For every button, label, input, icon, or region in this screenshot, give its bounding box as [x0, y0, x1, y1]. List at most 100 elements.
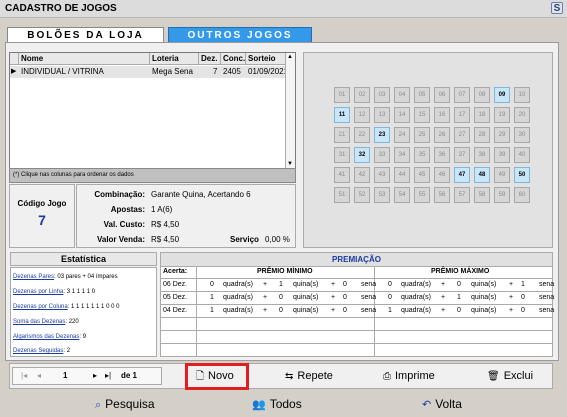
number-cell-18[interactable]: 18 — [474, 107, 490, 123]
imprime-button[interactable]: ⎙ Imprime — [383, 367, 435, 385]
premio-min-cell: 1 — [279, 281, 283, 288]
number-cell-51[interactable]: 51 — [334, 187, 350, 203]
stat-link-pares[interactable]: Dezenas Pares — [13, 274, 54, 280]
number-cell-47[interactable]: 47 — [454, 167, 470, 183]
number-cell-53[interactable]: 53 — [374, 187, 390, 203]
close-button[interactable]: S — [551, 2, 563, 14]
number-cell-29[interactable]: 29 — [494, 127, 510, 143]
last-page-icon[interactable]: ▸| — [105, 371, 111, 380]
prev-page-icon[interactable]: ◂ — [37, 371, 41, 380]
number-cell-13[interactable]: 13 — [374, 107, 390, 123]
number-cell-20[interactable]: 20 — [514, 107, 530, 123]
number-cell-03[interactable]: 03 — [374, 87, 390, 103]
number-cell-32[interactable]: 32 — [354, 147, 370, 163]
volta-button[interactable]: ↶ Volta — [422, 397, 462, 411]
number-cell-59[interactable]: 59 — [494, 187, 510, 203]
exclui-button[interactable]: 🗑 Exclui — [487, 367, 533, 385]
number-cell-10[interactable]: 10 — [514, 87, 530, 103]
premio-min-cell: 1 — [210, 294, 214, 301]
number-cell-21[interactable]: 21 — [334, 127, 350, 143]
number-cell-02[interactable]: 02 — [354, 87, 370, 103]
premio-min-cell: + — [331, 281, 336, 288]
number-cell-17[interactable]: 17 — [454, 107, 470, 123]
premio-min-cell: 0 — [279, 294, 283, 301]
number-cell-42[interactable]: 42 — [354, 167, 370, 183]
number-cell-28[interactable]: 28 — [474, 127, 490, 143]
number-cell-58[interactable]: 58 — [474, 187, 490, 203]
stat-link-linha[interactable]: Dezenas por Linha — [13, 289, 63, 295]
todos-button[interactable]: 👥 Todos — [252, 397, 302, 411]
number-cell-46[interactable]: 46 — [434, 167, 450, 183]
col-dez[interactable]: Dez. — [199, 53, 221, 65]
games-grid[interactable]: Nome Loteria Dez. Conc. Sorteio ▶ INDIVI… — [9, 52, 296, 169]
grid-scrollbar[interactable]: ▲ ▼ — [285, 53, 295, 168]
number-cell-41[interactable]: 41 — [334, 167, 350, 183]
number-cell-23[interactable]: 23 — [374, 127, 390, 143]
next-page-icon[interactable]: ▸ — [93, 371, 97, 380]
number-cell-38[interactable]: 38 — [474, 147, 490, 163]
stat-link-algarismos[interactable]: Algarismos das Dezenas — [13, 334, 79, 340]
number-cell-04[interactable]: 04 — [394, 87, 410, 103]
premio-max-cell: + — [509, 294, 514, 301]
number-cell-08[interactable]: 08 — [474, 87, 490, 103]
col-nome[interactable]: Nome — [19, 53, 150, 65]
number-cell-36[interactable]: 36 — [434, 147, 450, 163]
number-cell-22[interactable]: 22 — [354, 127, 370, 143]
number-cell-45[interactable]: 45 — [414, 167, 430, 183]
scroll-down-icon[interactable]: ▼ — [287, 161, 293, 167]
number-cell-49[interactable]: 49 — [494, 167, 510, 183]
number-cell-50[interactable]: 50 — [514, 167, 530, 183]
table-row[interactable]: ▶ INDIVIDUAL / VITRINA Mega Sena 7 2405 … — [10, 66, 289, 78]
number-cell-40[interactable]: 40 — [514, 147, 530, 163]
number-cell-07[interactable]: 07 — [454, 87, 470, 103]
number-cell-26[interactable]: 26 — [434, 127, 450, 143]
stat-value: : 220 — [65, 319, 79, 325]
number-cell-55[interactable]: 55 — [414, 187, 430, 203]
number-cell-24[interactable]: 24 — [394, 127, 410, 143]
number-cell-54[interactable]: 54 — [394, 187, 410, 203]
number-cell-06[interactable]: 06 — [434, 87, 450, 103]
number-cell-56[interactable]: 56 — [434, 187, 450, 203]
number-cell-44[interactable]: 44 — [394, 167, 410, 183]
stat-link-seguidas[interactable]: Dezenas Seguidas — [13, 348, 63, 354]
number-cell-12[interactable]: 12 — [354, 107, 370, 123]
novo-button[interactable]: 🗋 Novo — [196, 367, 234, 385]
acerta-cell: 04 Dez. — [163, 307, 188, 314]
col-conc[interactable]: Conc. — [221, 53, 246, 65]
number-cell-11[interactable]: 11 — [334, 107, 350, 123]
col-loteria[interactable]: Loteria — [150, 53, 199, 65]
page-number[interactable]: 1 — [63, 371, 67, 380]
number-cell-35[interactable]: 35 — [414, 147, 430, 163]
stat-link-soma[interactable]: Soma das Dezenas — [13, 319, 65, 325]
number-cell-19[interactable]: 19 — [494, 107, 510, 123]
number-cell-39[interactable]: 39 — [494, 147, 510, 163]
number-cell-33[interactable]: 33 — [374, 147, 390, 163]
number-cell-52[interactable]: 52 — [354, 187, 370, 203]
pesquisa-button[interactable]: ⌕ Pesquisa — [95, 397, 155, 412]
number-cell-48[interactable]: 48 — [474, 167, 490, 183]
cell-sorteio: 01/09/2021 — [248, 67, 289, 76]
number-cell-16[interactable]: 16 — [434, 107, 450, 123]
repete-button[interactable]: ⇆ Repete — [285, 367, 333, 385]
col-sorteio[interactable]: Sorteio — [246, 53, 286, 65]
number-cell-14[interactable]: 14 — [394, 107, 410, 123]
tab-outros-jogos[interactable]: OUTROS JOGOS — [168, 27, 312, 43]
number-cell-27[interactable]: 27 — [454, 127, 470, 143]
number-cell-09[interactable]: 09 — [494, 87, 510, 103]
scroll-up-icon[interactable]: ▲ — [287, 54, 293, 60]
number-cell-25[interactable]: 25 — [414, 127, 430, 143]
number-cell-30[interactable]: 30 — [514, 127, 530, 143]
stat-link-coluna[interactable]: Dezenas por Coluna — [13, 304, 68, 310]
number-cell-15[interactable]: 15 — [414, 107, 430, 123]
premio-max-cell: 0 — [457, 307, 461, 314]
number-cell-60[interactable]: 60 — [514, 187, 530, 203]
number-cell-31[interactable]: 31 — [334, 147, 350, 163]
number-cell-05[interactable]: 05 — [414, 87, 430, 103]
first-page-icon[interactable]: |◂ — [21, 371, 27, 380]
number-cell-34[interactable]: 34 — [394, 147, 410, 163]
number-cell-43[interactable]: 43 — [374, 167, 390, 183]
number-cell-37[interactable]: 37 — [454, 147, 470, 163]
tab-boloes-da-loja[interactable]: BOLÕES DA LOJA — [7, 27, 164, 43]
number-cell-01[interactable]: 01 — [334, 87, 350, 103]
number-cell-57[interactable]: 57 — [454, 187, 470, 203]
